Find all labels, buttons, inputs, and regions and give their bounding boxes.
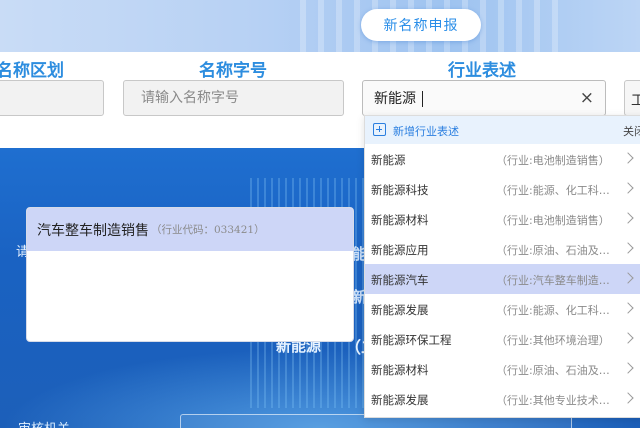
suggestion-name: 新能源汽车 [371,273,429,287]
dropdown-header: 新增行业表述 关闭 [365,116,640,144]
name-label: 名称字号 [199,61,267,81]
chevron-right-icon[interactable] [622,332,634,344]
name-field[interactable] [123,80,344,116]
suggestion-item[interactable]: 新能源发展 （行业:能源、化工科… [365,294,640,324]
chevron-right-icon[interactable] [622,242,634,254]
suggestion-item[interactable]: 新能源环保工程 （行业:其他环境治理） [365,324,640,354]
suggestion-name: 新能源发展 [371,393,429,407]
selected-industry-card: 汽车整车制造销售 （行业代码：033421） [26,207,354,342]
industry-input[interactable] [363,81,605,115]
region-label: 名称区划 [0,61,64,81]
suggestion-category: （行业:原油、石油及… [496,244,610,257]
selected-industry-name: 汽车整车制造销售 [37,222,149,239]
suggestion-name: 新能源科技 [371,183,429,197]
suggestion-category: （行业:能源、化工科… [496,184,610,197]
suggestion-category: （行业:汽车整车制造… [496,274,610,287]
new-name-application-button[interactable]: 新名称申报 [361,9,481,41]
suggestion-item[interactable]: 新能源应用 （行业:原油、石油及… [365,234,640,264]
clear-icon[interactable]: × [580,89,594,107]
suggestion-item[interactable]: 新能源材料 （行业:原油、石油及… [365,354,640,384]
add-industry-link[interactable]: 新增行业表述 [393,123,459,139]
industry-field[interactable]: × [362,80,606,116]
selected-industry-code: （行业代码：033421） [151,224,265,236]
suggestion-name: 新能源材料 [371,363,429,377]
next-field[interactable]: 工 [624,80,640,116]
suggestion-name: 新能源应用 [371,243,429,257]
suggestion-item[interactable]: 新能源汽车 （行业:汽车整车制造… [365,264,640,294]
next-field-text: 工 [631,93,640,109]
suggestion-category: （行业:其他专业技术… [496,394,610,407]
suggestion-item[interactable]: 新能源材料 （行业:电池制造销售） [365,204,640,234]
industry-suggestion-dropdown: 新增行业表述 关闭 新能源 （行业:电池制造销售） 新能源科技 （行业:能源、化工科…… [364,115,640,418]
name-input[interactable] [124,81,343,115]
suggestion-item[interactable]: 新能源 （行业:电池制造销售） [365,144,640,174]
selected-industry-row[interactable]: 汽车整车制造销售 （行业代码：033421） [27,208,353,251]
top-banner: 新名称申报 [0,0,640,52]
text-caret [422,91,423,107]
suggestion-name: 新能源环保工程 [371,333,452,347]
chevron-right-icon[interactable] [622,362,634,374]
industry-label: 行业表述 [448,61,516,81]
suggestion-name: 新能源 [371,153,406,167]
chevron-right-icon[interactable] [622,212,634,224]
review-authority-label: 审核机关 [18,418,70,428]
chevron-right-icon[interactable] [622,182,634,194]
close-link[interactable]: 关闭 [623,123,640,139]
chevron-right-icon[interactable] [622,302,634,314]
suggestion-name: 新能源材料 [371,213,429,227]
region-select[interactable] [0,80,104,116]
suggestion-item[interactable]: 新能源发展 （行业:其他专业技术… [365,384,640,414]
chevron-right-icon[interactable] [622,272,634,284]
chevron-right-icon[interactable] [622,152,634,164]
chevron-right-icon[interactable] [622,392,634,404]
suggestion-name: 新能源发展 [371,303,429,317]
plus-icon[interactable] [373,123,386,136]
suggestion-category: （行业:能源、化工科… [496,304,610,317]
suggestion-category: （行业:电池制造销售） [496,214,610,227]
suggestion-category: （行业:原油、石油及… [496,364,610,377]
suggestion-category: （行业:其他环境治理） [496,334,610,347]
suggestion-category: （行业:电池制造销售） [496,154,610,167]
suggestion-item[interactable]: 新能源科技 （行业:能源、化工科… [365,174,640,204]
